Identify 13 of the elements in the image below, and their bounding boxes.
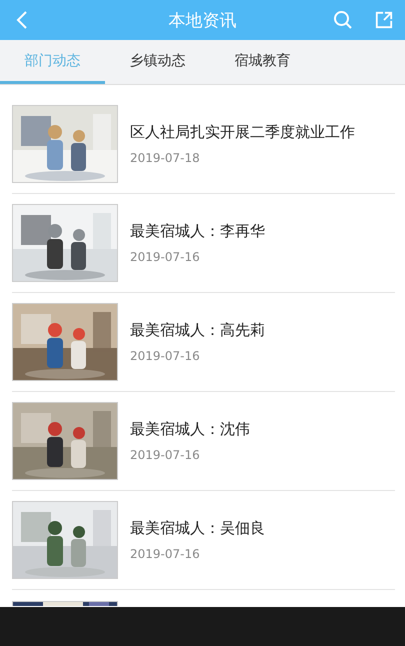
news-title[interactable]: 区人社局扎实开展二季度就业工作 [130,123,355,142]
tab[interactable]: 乡镇动态 [105,40,210,84]
news-title[interactable]: 最美宿城人：李再华 [130,222,265,241]
news-title[interactable]: 最美宿城人：高先莉 [130,321,265,340]
news-date: 2019-07-16 [130,250,201,264]
news-date: 2019-07-16 [130,349,201,363]
news-title[interactable]: 最美宿城人：沈伟 [130,420,250,439]
news-date: 2019-07-16 [130,448,201,462]
tab[interactable]: 宿城教育 [210,40,315,84]
news-date: 2019-07-16 [130,547,201,561]
news-date: 2019-07-18 [130,151,201,165]
page-title: 本地资讯 [168,10,236,32]
news-title[interactable]: 最美宿城人：吴佃良 [130,519,265,538]
